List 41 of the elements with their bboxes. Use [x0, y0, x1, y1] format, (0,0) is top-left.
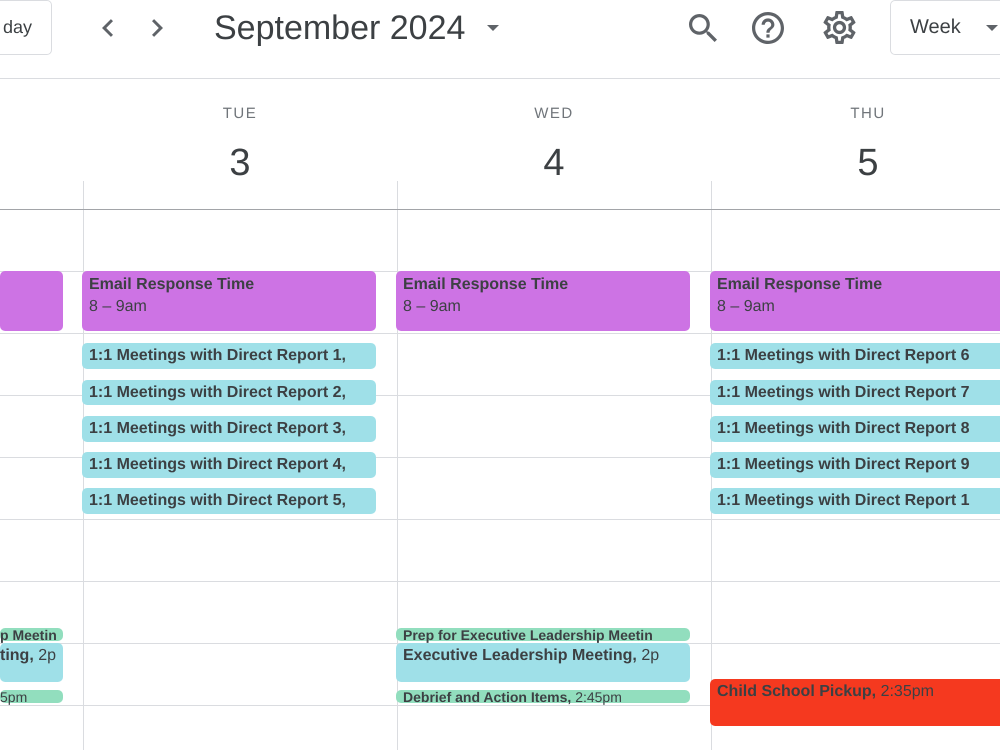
caret-icon	[487, 24, 500, 30]
event-chip[interactable]: 1:1 Meetings with Direct Report 6	[710, 343, 1000, 370]
toolbar-button[interactable]: day	[0, 0, 52, 55]
event-chip[interactable]: 1:1 Meetings with Direct Report 7	[710, 380, 1000, 406]
event-chip[interactable]: 1:1 Meetings with Direct Report 1	[710, 488, 1000, 514]
caret-icon	[986, 24, 998, 30]
weekday-label: WED	[534, 104, 574, 124]
chevron-right-icon[interactable]	[152, 18, 163, 36]
event-card[interactable]: Email Response Time 8 – 9am	[710, 271, 1000, 331]
event-chip[interactable]: 5pm	[0, 690, 63, 703]
event-time: 8 – 9am	[717, 297, 776, 317]
event-chip[interactable]: Debrief and Action Items, 2:45pm	[396, 690, 690, 703]
event-chip[interactable]: 1:1 Meetings with Direct Report 2,	[82, 380, 376, 406]
event-chip[interactable]: p Meetin	[0, 628, 63, 641]
settings-icon[interactable]	[823, 11, 856, 44]
event-card[interactable]: Email Response Time 8 – 9am	[82, 271, 376, 331]
day-number[interactable]: 4	[543, 144, 565, 182]
day-number[interactable]: 5	[857, 144, 879, 182]
event-chip[interactable]: 1:1 Meetings with Direct Report 9	[710, 452, 1000, 478]
event-time: 8 – 9am	[89, 297, 148, 317]
event-chip[interactable]: 1:1 Meetings with Direct Report 8	[710, 416, 1000, 442]
event-title: Email Response Time	[89, 275, 256, 295]
event-chip[interactable]: Executive Leadership Meeting, 2p	[396, 643, 690, 682]
help-icon[interactable]	[752, 12, 784, 44]
event-card[interactable]: Email Response Time 8 – 9am	[396, 271, 690, 331]
event-chip[interactable]: ting, 2p	[0, 643, 63, 682]
event-title: Email Response Time	[717, 275, 884, 295]
month-picker-button[interactable]: September 2024	[214, 8, 500, 48]
event-chip[interactable]: 1:1 Meetings with Direct Report 3,	[82, 416, 376, 442]
event-chip[interactable]: Prep for Executive Leadership Meetin	[396, 628, 690, 641]
chevron-left-icon[interactable]	[102, 18, 113, 36]
weekday-label: TUE	[222, 104, 258, 124]
event-chip[interactable]: 1:1 Meetings with Direct Report 5,	[82, 488, 376, 514]
event-time: 8 – 9am	[403, 297, 462, 317]
event-title: Email Response Time	[403, 275, 570, 295]
weekday-label: THU	[850, 104, 886, 124]
search-icon[interactable]	[689, 14, 717, 42]
event-chip[interactable]: 1:1 Meetings with Direct Report 4,	[82, 452, 376, 478]
day-number[interactable]: 3	[229, 144, 251, 182]
event-chip[interactable]: 1:1 Meetings with Direct Report 1,	[82, 343, 376, 370]
view-button[interactable]: Week	[890, 0, 1000, 55]
